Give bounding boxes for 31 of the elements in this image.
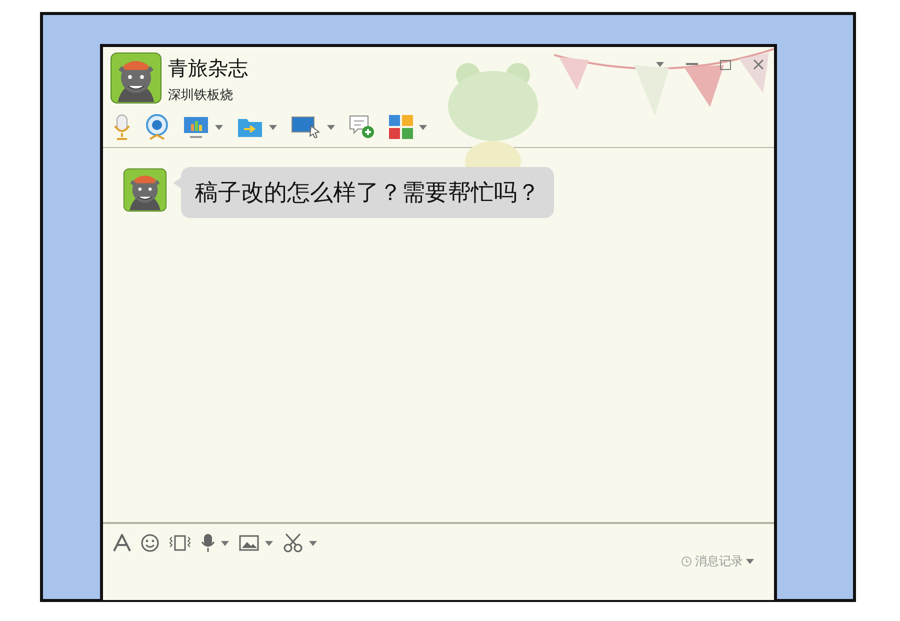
avatar (110, 52, 162, 104)
caret-icon[interactable] (419, 124, 427, 130)
screen-chart-icon[interactable] (183, 116, 209, 138)
vibrate-icon[interactable] (169, 534, 191, 552)
font-icon[interactable] (113, 534, 131, 552)
clock-icon (681, 556, 692, 567)
caret-icon[interactable] (746, 559, 754, 564)
maximize-icon[interactable] (720, 60, 731, 70)
microphone-icon[interactable] (201, 533, 215, 553)
caret-icon[interactable] (656, 62, 664, 67)
history-button[interactable]: 消息记录 (681, 553, 754, 570)
chat-add-icon[interactable] (349, 115, 375, 139)
contact-name: 青旅杂志 (168, 55, 248, 82)
scissors-icon[interactable] (283, 533, 303, 553)
contact-signature: 深圳铁板烧 (168, 87, 234, 104)
caret-icon[interactable] (265, 540, 273, 546)
sender-avatar (123, 168, 167, 212)
caret-icon[interactable] (221, 540, 229, 546)
image-icon[interactable] (239, 535, 259, 551)
screen-cursor-icon[interactable] (291, 116, 321, 138)
caret-icon[interactable] (215, 124, 223, 130)
smiley-icon[interactable] (141, 534, 159, 552)
caret-icon[interactable] (269, 124, 277, 130)
apps-grid-icon[interactable] (389, 115, 413, 139)
close-icon[interactable] (753, 59, 764, 70)
folder-arrow-icon[interactable] (237, 116, 263, 138)
minimize-icon[interactable] (686, 63, 698, 66)
caret-icon[interactable] (327, 124, 335, 130)
webcam-icon[interactable] (145, 114, 169, 140)
caret-icon[interactable] (309, 540, 317, 546)
bubble-tail (173, 177, 182, 189)
